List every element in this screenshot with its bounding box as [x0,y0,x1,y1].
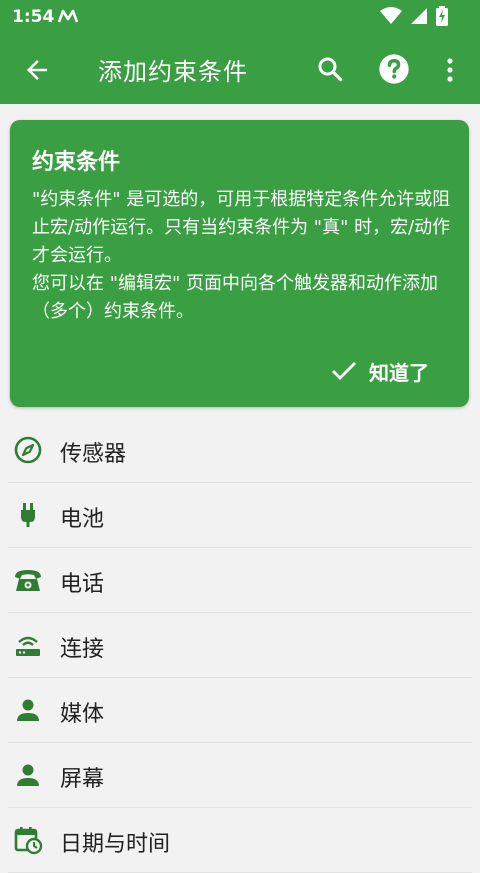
list-item-label: 日期与时间 [60,832,171,857]
router-icon [16,636,40,656]
calendar-clock-icon [14,827,43,855]
list-item-phone[interactable]: 电话 [8,548,472,613]
got-it-label: 知道了 [369,360,429,385]
info-card-body: "约束条件" 是可选的，可用于根据特定条件允许或阻止宏/动作运行。只有当约束条件… [32,189,451,322]
list-item-label: 屏幕 [60,767,105,792]
compass-icon [14,436,42,464]
status-bar: 1:54 [0,0,480,34]
list-item-label: 传感器 [60,442,127,467]
plug-icon [21,503,35,527]
list-item-sensors[interactable]: 传感器 [8,418,472,483]
info-card-heading: 约束条件 [32,150,121,175]
status-time: 1:54 [12,7,55,27]
phone-icon [15,570,41,591]
battery-icon [436,6,448,26]
help-icon[interactable] [378,53,410,85]
page-title: 添加约束条件 [98,58,248,86]
signal-icon [411,8,427,24]
list-item-label: 媒体 [60,702,105,727]
search-icon[interactable] [315,54,345,84]
checkmark-icon [332,362,356,380]
back-arrow-icon[interactable] [22,55,52,85]
wifi-icon [380,7,402,24]
person-icon [17,699,39,721]
list-item-label: 电话 [60,572,105,597]
got-it-button[interactable]: 知道了 [331,353,429,389]
list-item-connectivity[interactable]: 连接 [8,613,472,678]
person-icon [17,764,39,786]
list-item-date-time[interactable]: 日期与时间 [8,808,472,873]
list-item-screen[interactable]: 屏幕 [8,743,472,808]
list-item-label: 连接 [60,637,105,662]
info-card: 约束条件 "约束条件" 是可选的，可用于根据特定条件允许或阻止宏/动作运行。只有… [10,120,469,407]
app-bar: 添加约束条件 [0,34,480,104]
more-options-icon[interactable] [438,55,462,85]
list-item-battery[interactable]: 电池 [8,483,472,548]
constraint-category-list: 传感器 电池 电话 连接 媒体 屏幕 日期与时间 [0,418,480,873]
list-item-label: 电池 [60,507,105,532]
notification-m-icon [58,9,78,23]
list-item-media[interactable]: 媒体 [8,678,472,743]
